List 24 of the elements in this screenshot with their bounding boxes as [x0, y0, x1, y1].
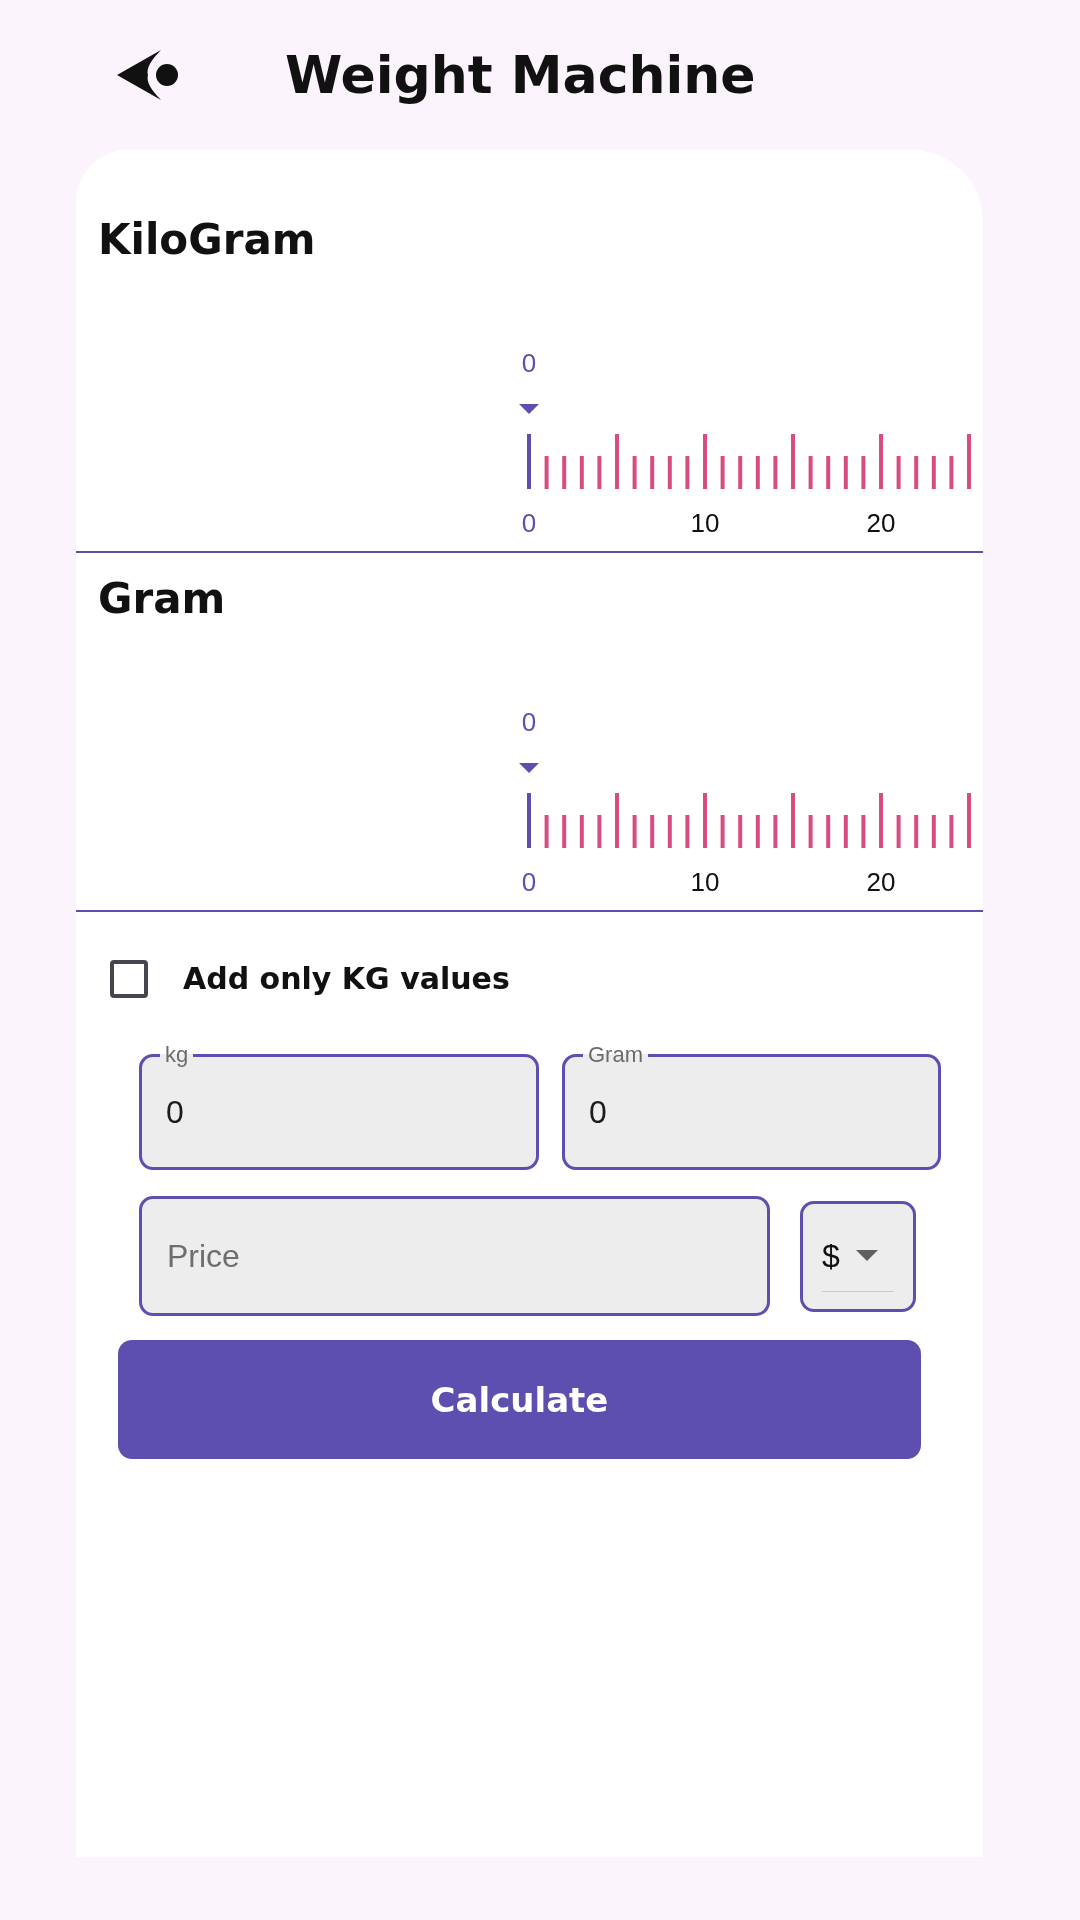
caret-icon [855, 1250, 878, 1261]
checkbox[interactable] [110, 960, 148, 998]
tick-label: 10 [690, 867, 720, 897]
input-field[interactable]: Gram 0 [562, 1044, 941, 1170]
tick-label: 0 [521, 867, 537, 897]
tick-label: 20 [866, 508, 896, 538]
tick-label: 0 [521, 508, 537, 538]
page-title: Weight Machine [285, 43, 756, 107]
currency-dropdown[interactable]: $ [800, 1200, 916, 1312]
ruler-scale-drawing[interactable] [527, 434, 971, 489]
ruler-value: 0 [521, 707, 537, 737]
input-field[interactable]: kg 0 [139, 1044, 539, 1170]
calculate-button[interactable]: Calculate [118, 1340, 921, 1459]
ruler-scale-drawing[interactable] [527, 793, 971, 848]
ruler-value: 0 [521, 348, 537, 378]
tick-label: 10 [690, 508, 720, 538]
checkbox-label: Add only KG values [183, 960, 510, 998]
back-icon[interactable] [115, 49, 179, 101]
section-title: Gram [98, 575, 226, 623]
pointer-icon [519, 404, 539, 414]
section-title: KiloGram [98, 216, 316, 264]
tick-label: 20 [866, 867, 896, 897]
pointer-icon [519, 763, 539, 773]
input-field[interactable]: Price [139, 1196, 770, 1316]
